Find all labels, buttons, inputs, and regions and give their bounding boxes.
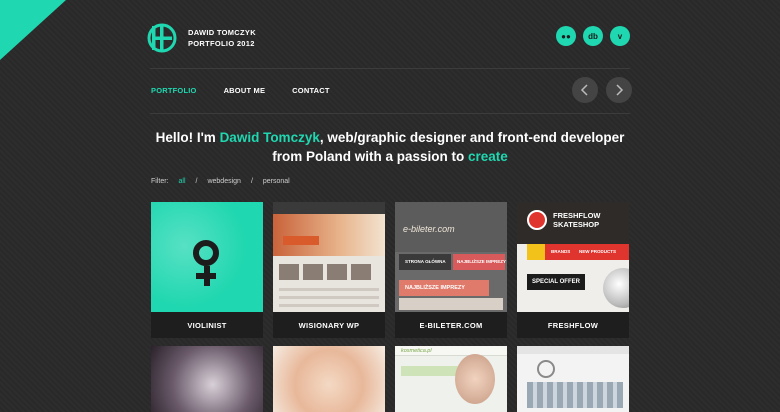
project-thumbnail: FRESHFLOW SKATESHOP BRANDS NEW PRODUCTS … (517, 202, 629, 312)
thumb-shape (273, 214, 385, 256)
thumb-menu-text: BRANDS (551, 249, 571, 254)
project-tile-wisionary-wp[interactable]: WISIONARY WP (273, 202, 385, 338)
chevron-right-icon (616, 84, 624, 96)
project-tile-violinist[interactable]: VIOLINIST (151, 202, 263, 338)
filter-separator: / (195, 178, 198, 185)
headline-text-3: from Poland with a passion to (272, 149, 468, 164)
main-nav: PORTFOLIO ABOUT ME CONTACT (151, 86, 357, 95)
thumb-shape (527, 382, 623, 408)
thumb-shape (303, 264, 323, 280)
thumb-shape (603, 268, 629, 308)
thumb-shape (401, 366, 461, 376)
project-tile-row2-4[interactable] (517, 346, 629, 412)
intro-headline: Hello! I'm Dawid Tomczyk, web/graphic de… (140, 128, 640, 166)
site-subtitle: PORTFOLIO 2012 (188, 39, 255, 48)
filter-personal[interactable]: personal (263, 178, 290, 185)
project-thumbnail (273, 346, 385, 412)
project-thumbnail (151, 346, 263, 412)
thumb-shape (351, 264, 371, 280)
headline-text-2: , web/graphic designer and front-end dev… (319, 130, 625, 145)
filter-webdesign[interactable]: webdesign (207, 178, 240, 185)
filter-separator: / (250, 178, 253, 185)
thumb-nav-text: NAJBLIŻSZE IMPREZY (457, 259, 507, 264)
headline-create: create (467, 149, 508, 164)
headline-text-1: Hello! I'm (155, 130, 220, 145)
social-links: ●● db v (556, 26, 630, 46)
thumb-shape (279, 296, 379, 299)
project-tile-row2-2[interactable] (273, 346, 385, 412)
thumb-logo-icon (537, 360, 555, 378)
project-thumbnail (517, 346, 629, 412)
project-thumbnail (151, 202, 263, 312)
corner-accent (0, 0, 66, 60)
project-tile-e-bileter[interactable]: e-bileter.com STRONA GŁÓWNA NAJBLIŻSZE I… (395, 202, 507, 338)
project-tile-row2-3[interactable]: kosmetica.pl (395, 346, 507, 412)
thumb-brand-line: SKATESHOP (553, 220, 600, 229)
vimeo-icon[interactable]: v (610, 26, 630, 46)
header-divider (150, 68, 630, 69)
project-title: FRESHFLOW (517, 312, 629, 338)
portfolio-filter: Filter: all / webdesign / personal (151, 178, 300, 185)
project-title: E-BILETER.COM (395, 312, 507, 338)
thumb-banner-text: NAJBLIŻSZE IMPREZY (405, 285, 465, 291)
nav-divider (150, 113, 630, 114)
thumb-shape (455, 354, 495, 404)
thumb-nav-text: STRONA GŁÓWNA (405, 259, 446, 264)
thumb-shape (196, 273, 216, 279)
thumb-brand-line: FRESHFLOW (553, 211, 601, 220)
nav-item-about-me[interactable]: ABOUT ME (224, 86, 266, 95)
thumb-shape (279, 288, 379, 291)
freshflow-logo-icon (527, 210, 547, 230)
project-title: WISIONARY WP (273, 312, 385, 338)
slider-arrows (572, 77, 632, 103)
logo-mark-icon (147, 23, 177, 53)
thumb-menu-text: NEW PRODUCTS (579, 249, 616, 254)
female-symbol-icon (193, 240, 219, 266)
thumb-shape (279, 304, 379, 307)
thumb-site-text: kosmetica.pl (401, 348, 432, 354)
next-arrow-button[interactable] (606, 77, 632, 103)
site-logo[interactable]: DAWID TOMCZYK PORTFOLIO 2012 (146, 22, 256, 54)
headline-name: Dawid Tomczyk (219, 130, 320, 145)
thumb-shape (517, 346, 629, 354)
project-thumbnail (273, 202, 385, 312)
project-title: VIOLINIST (151, 312, 263, 338)
nav-item-contact[interactable]: CONTACT (292, 86, 330, 95)
project-thumbnail: kosmetica.pl (395, 346, 507, 412)
flickr-icon[interactable]: ●● (556, 26, 576, 46)
filter-label: Filter: (151, 178, 169, 185)
thumb-shape (279, 264, 299, 280)
dribbble-icon[interactable]: db (583, 26, 603, 46)
project-thumbnail: e-bileter.com STRONA GŁÓWNA NAJBLIŻSZE I… (395, 202, 507, 312)
prev-arrow-button[interactable] (572, 77, 598, 103)
thumb-shape (327, 264, 347, 280)
project-tile-freshflow[interactable]: FRESHFLOW SKATESHOP BRANDS NEW PRODUCTS … (517, 202, 629, 338)
nav-item-portfolio[interactable]: PORTFOLIO (151, 86, 197, 95)
home-icon (527, 244, 545, 260)
chevron-left-icon (580, 84, 588, 96)
thumb-offer-text: SPECIAL OFFER (527, 274, 585, 290)
filter-all[interactable]: all (179, 178, 186, 185)
thumb-logo-text: e-bileter.com (403, 224, 455, 234)
thumb-shape (399, 298, 503, 310)
site-name: DAWID TOMCZYK (188, 28, 256, 37)
thumb-brand-text: FRESHFLOW SKATESHOP (553, 211, 601, 229)
project-tile-row2-1[interactable] (151, 346, 263, 412)
thumb-shape (283, 236, 319, 245)
thumb-shape (273, 202, 385, 214)
